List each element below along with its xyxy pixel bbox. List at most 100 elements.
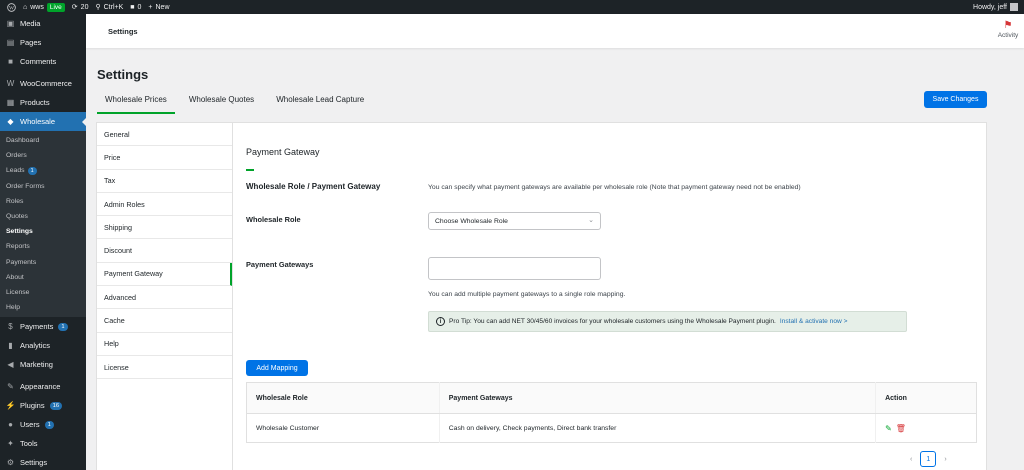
sidebar-item-woocommerce[interactable]: W WooCommerce	[0, 74, 86, 93]
nav-item-cache[interactable]: Cache	[97, 309, 232, 333]
paintbrush-icon: ✎	[7, 382, 14, 392]
payments-count-badge: 1	[58, 322, 68, 331]
sidebar-item-label: Pages	[20, 38, 42, 47]
submenu-item-about[interactable]: About	[0, 270, 86, 285]
sidebar-item-tools[interactable]: ✦ Tools	[0, 434, 86, 453]
column-header-role: Wholesale Role	[246, 382, 440, 414]
next-page-icon[interactable]: ›	[944, 456, 946, 463]
submenu-label: Reports	[6, 243, 30, 251]
admin-sidebar: ▣ Media ▤ Pages ■ Comments W WooCommerce ▦ Pr…	[0, 14, 87, 470]
table-row: Wholesale Customer Cash on delivery, Che…	[247, 413, 977, 443]
site-name-link[interactable]: ⌂ wws Live	[23, 2, 65, 12]
sidebar-item-pages[interactable]: ▤ Pages	[0, 33, 86, 52]
edit-pencil-icon[interactable]: ✎	[885, 424, 892, 433]
sidebar-item-users[interactable]: ● Users 1	[0, 415, 86, 434]
sidebar-item-appearance[interactable]: ✎ Appearance	[0, 377, 86, 396]
page-number-button[interactable]: 1	[920, 451, 937, 467]
new-label: New	[155, 3, 170, 11]
nav-item-discount[interactable]: Discount	[97, 239, 232, 263]
comment-bubble-icon: ■	[130, 3, 135, 11]
nav-item-license[interactable]: License	[97, 356, 232, 380]
save-changes-button[interactable]: Save Changes	[924, 91, 987, 108]
sidebar-item-wholesale[interactable]: ◆ Wholesale	[0, 112, 87, 131]
wordpress-logo-icon[interactable]: W	[7, 2, 16, 12]
cell-role: Wholesale Customer	[256, 424, 320, 432]
wholesale-submenu: Dashboard Orders Leads 1 Order Forms Role…	[0, 131, 86, 318]
wholesale-role-select[interactable]: Choose Wholesale Role ⌄	[428, 212, 601, 230]
column-header-action: Action	[875, 382, 977, 414]
nav-item-payment-gateway[interactable]: Payment Gateway	[97, 262, 232, 287]
submenu-item-reports[interactable]: Reports	[0, 239, 86, 254]
prev-page-icon[interactable]: ‹	[910, 456, 912, 463]
activity-label: Activity	[997, 32, 1019, 39]
delete-trash-icon[interactable]: 🗑	[896, 424, 906, 433]
submenu-label: Settings	[6, 228, 33, 236]
tab-wholesale-prices[interactable]: Wholesale Prices	[97, 90, 175, 114]
nav-item-admin-roles[interactable]: Admin Roles	[97, 193, 232, 217]
account-menu[interactable]: Howdy, jeff	[973, 3, 1018, 11]
page-title: Settings	[97, 67, 149, 82]
flag-icon: ⚑	[1003, 20, 1013, 31]
submenu-label: Help	[6, 304, 20, 312]
comments-link[interactable]: ■ 0	[130, 4, 141, 11]
pagination: ‹ 1 ›	[910, 451, 947, 467]
nav-item-price[interactable]: Price	[97, 146, 232, 170]
nav-item-general[interactable]: General	[97, 123, 232, 147]
page-header: Settings ⚑ Activity	[86, 14, 1024, 48]
submenu-item-roles[interactable]: Roles	[0, 194, 86, 209]
command-palette-link[interactable]: ⚲ Ctrl+K	[95, 3, 124, 12]
live-badge: Live	[46, 2, 65, 12]
submenu-item-help[interactable]: Help	[0, 300, 86, 315]
analytics-icon: ▮	[8, 341, 13, 351]
media-icon: ▣	[6, 19, 15, 28]
new-content-link[interactable]: + New	[148, 4, 169, 11]
sidebar-item-products[interactable]: ▦ Products	[0, 93, 86, 112]
sidebar-item-label: Settings	[20, 458, 48, 468]
updates-link[interactable]: ⟳ 20	[72, 3, 89, 12]
submenu-item-payments[interactable]: Payments	[0, 255, 86, 270]
shortcut-label: Ctrl+K	[103, 3, 124, 11]
sidebar-item-marketing[interactable]: ◀ Marketing	[0, 355, 86, 374]
submenu-label: Roles	[6, 197, 24, 205]
wholesale-role-label: Wholesale Role	[246, 215, 301, 224]
updates-count: 20	[80, 3, 89, 11]
sidebar-item-analytics[interactable]: ▮ Analytics	[0, 336, 86, 355]
products-icon: ▦	[6, 98, 15, 107]
sidebar-item-payments[interactable]: $ Payments 1	[0, 317, 86, 336]
plugins-count-badge: 16	[49, 401, 63, 410]
comments-icon: ■	[8, 57, 13, 66]
submenu-item-order-forms[interactable]: Order Forms	[0, 179, 86, 194]
payment-gateways-label: Payment Gateways	[246, 260, 314, 269]
sidebar-item-label: Products	[20, 98, 50, 107]
nav-item-shipping[interactable]: Shipping	[97, 216, 232, 240]
settings-section-nav: General Price Tax Admin Roles Shipping D…	[97, 123, 233, 470]
nav-item-help[interactable]: Help	[97, 333, 232, 356]
sidebar-item-media[interactable]: ▣ Media	[0, 14, 86, 33]
howdy-text: Howdy, jeff	[973, 3, 1007, 11]
install-activate-link[interactable]: Install & activate now >	[780, 318, 848, 325]
wrench-icon: ✦	[7, 439, 14, 449]
submenu-item-leads[interactable]: Leads 1	[0, 163, 86, 178]
sidebar-item-comments[interactable]: ■ Comments	[0, 52, 86, 71]
pages-icon: ▤	[6, 38, 15, 47]
add-mapping-button[interactable]: Add Mapping	[246, 360, 308, 376]
submenu-item-settings[interactable]: Settings	[0, 224, 86, 239]
sidebar-item-settings[interactable]: ⚙ Settings	[0, 453, 86, 470]
section-title: Payment Gateway	[246, 147, 320, 157]
activity-button[interactable]: ⚑ Activity	[995, 20, 1021, 39]
tab-wholesale-quotes[interactable]: Wholesale Quotes	[181, 90, 262, 114]
mapping-label: Wholesale Role / Payment Gateway	[246, 182, 381, 191]
sidebar-item-plugins[interactable]: ⚡ Plugins 16	[0, 396, 86, 415]
submenu-item-license[interactable]: License	[0, 285, 86, 300]
submenu-item-dashboard[interactable]: Dashboard	[0, 133, 86, 148]
payment-gateways-input[interactable]	[428, 257, 601, 280]
settings-tabs: Wholesale Prices Wholesale Quotes Wholes…	[97, 90, 378, 114]
submenu-item-quotes[interactable]: Quotes	[0, 209, 86, 224]
tab-wholesale-lead-capture[interactable]: Wholesale Lead Capture	[268, 90, 372, 114]
nav-item-advanced[interactable]: Advanced	[97, 286, 232, 310]
main-content: Settings Wholesale Prices Wholesale Quot…	[86, 48, 1024, 470]
submenu-item-orders[interactable]: Orders	[0, 148, 86, 163]
nav-item-tax[interactable]: Tax	[97, 170, 232, 193]
cell-gateways: Cash on delivery, Check payments, Direct…	[438, 413, 876, 443]
sidebar-item-label: Analytics	[20, 341, 51, 351]
